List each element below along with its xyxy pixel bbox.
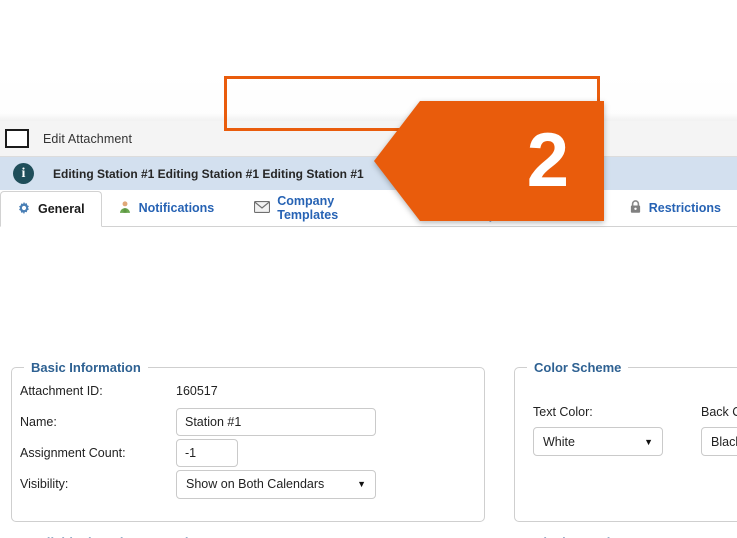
back-color-select[interactable]: Black ▼: [701, 427, 737, 456]
back-color-value: Black: [711, 435, 737, 449]
tab-customer-templates[interactable]: Customer Templates: [425, 190, 599, 226]
basic-information-group: Basic Information Attachment ID: 160517 …: [11, 360, 485, 522]
person-icon: [118, 200, 132, 217]
color-scheme-legend: Color Scheme: [527, 360, 628, 375]
visibility-label: Visibility:: [20, 477, 176, 491]
text-color-select[interactable]: White ▼: [533, 427, 663, 456]
gear-icon: [17, 201, 31, 218]
info-banner-text: Editing Station #1 Editing Station #1 Ed…: [53, 167, 364, 181]
tab-notifications[interactable]: Notifications: [102, 190, 231, 226]
chevron-down-icon: ▼: [644, 437, 653, 447]
edit-attachment-dialog: Edit Attachment i Editing Station #1 Edi…: [0, 121, 737, 538]
tab-notifications-label: Notifications: [139, 201, 215, 215]
tab-restrictions-label: Restrictions: [649, 201, 721, 215]
back-color-label: Back Co: [701, 405, 737, 419]
tab-general-label: General: [38, 202, 85, 216]
assignment-count-row: Assignment Count:: [12, 438, 484, 468]
dialog-titlebar: Edit Attachment: [0, 121, 737, 157]
tab-company-templates-label: Company Templates: [277, 194, 395, 222]
dialog-title: Edit Attachment: [43, 132, 132, 146]
tab-customer-templates-label: Customer Templates: [464, 194, 583, 222]
visibility-row: Visibility: Show on Both Calendars ▼: [12, 469, 484, 499]
tab-strip: General Notifications Company Templates: [0, 190, 737, 227]
text-color-label: Text Color:: [533, 405, 663, 419]
info-icon: i: [13, 163, 34, 184]
basic-information-legend: Basic Information: [24, 360, 148, 375]
envelope-yellow-icon: [441, 201, 457, 216]
chevron-down-icon: ▼: [357, 479, 366, 489]
back-color-field: Back Co Black ▼: [701, 405, 737, 456]
text-color-value: White: [543, 435, 575, 449]
tab-company-templates[interactable]: Company Templates: [238, 190, 411, 226]
visibility-select-value: Show on Both Calendars: [186, 477, 324, 491]
color-scheme-group: Color Scheme Text Color: White ▼ Back Co…: [514, 360, 737, 522]
envelope-gray-icon: [254, 201, 270, 216]
assignment-count-label: Assignment Count:: [20, 446, 176, 460]
assignment-count-input[interactable]: [176, 439, 238, 467]
name-row: Name:: [12, 407, 484, 437]
lock-icon: [629, 199, 642, 217]
visibility-select[interactable]: Show on Both Calendars ▼: [176, 470, 376, 499]
tab-general[interactable]: General: [0, 191, 102, 227]
page-backdrop: [0, 0, 737, 121]
window-icon: [5, 129, 29, 148]
info-banner: i Editing Station #1 Editing Station #1 …: [0, 157, 737, 190]
name-label: Name:: [20, 415, 176, 429]
text-color-field: Text Color: White ▼: [533, 405, 663, 456]
tab-restrictions[interactable]: Restrictions: [613, 190, 737, 226]
attachment-id-value: 160517: [176, 384, 218, 398]
attachment-id-label: Attachment ID:: [20, 384, 176, 398]
name-input[interactable]: [176, 408, 376, 436]
attachment-id-row: Attachment ID: 160517: [12, 376, 484, 406]
